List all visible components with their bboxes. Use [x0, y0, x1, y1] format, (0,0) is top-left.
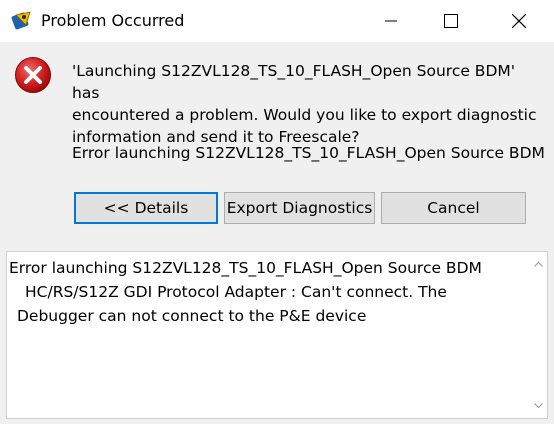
minimize-icon — [385, 20, 397, 22]
details-line: Debugger can not connect to the P&E devi… — [17, 307, 367, 325]
close-icon — [512, 14, 526, 28]
error-summary: Error launching S12ZVL128_TS_10_FLASH_Op… — [72, 144, 545, 162]
cancel-button[interactable]: Cancel — [381, 192, 526, 224]
export-diagnostics-button[interactable]: Export Diagnostics — [224, 192, 375, 224]
vertical-scrollbar[interactable] — [530, 252, 547, 418]
details-line: Error launching S12ZVL128_TS_10_FLASH_Op… — [9, 259, 482, 277]
details-line: HC/RS/S12Z GDI Protocol Adapter : Can't … — [25, 283, 447, 301]
close-button[interactable] — [496, 0, 542, 42]
maximize-icon — [444, 14, 458, 28]
details-button[interactable]: << Details — [74, 192, 218, 224]
maximize-button[interactable] — [428, 0, 474, 42]
details-content: Error launching S12ZVL128_TS_10_FLASH_Op… — [9, 256, 519, 328]
message-line: encountered a problem. Would you like to… — [72, 106, 537, 124]
message-line: 'Launching S12ZVL128_TS_10_FLASH_Open So… — [72, 62, 516, 102]
minimize-button[interactable] — [368, 0, 414, 42]
title-bar[interactable]: Problem Occurred — [0, 0, 554, 42]
window-title: Problem Occurred — [41, 11, 185, 30]
pb-bug-icon — [11, 11, 31, 30]
error-icon — [15, 57, 51, 93]
problem-dialog: Problem Occurred 'Launching S12ZVL128_TS… — [0, 0, 554, 424]
scroll-down-icon[interactable] — [534, 401, 543, 410]
scroll-up-icon[interactable] — [534, 260, 543, 269]
details-text-area[interactable]: Error launching S12ZVL128_TS_10_FLASH_Op… — [6, 251, 548, 419]
error-message: 'Launching S12ZVL128_TS_10_FLASH_Open So… — [72, 60, 542, 148]
